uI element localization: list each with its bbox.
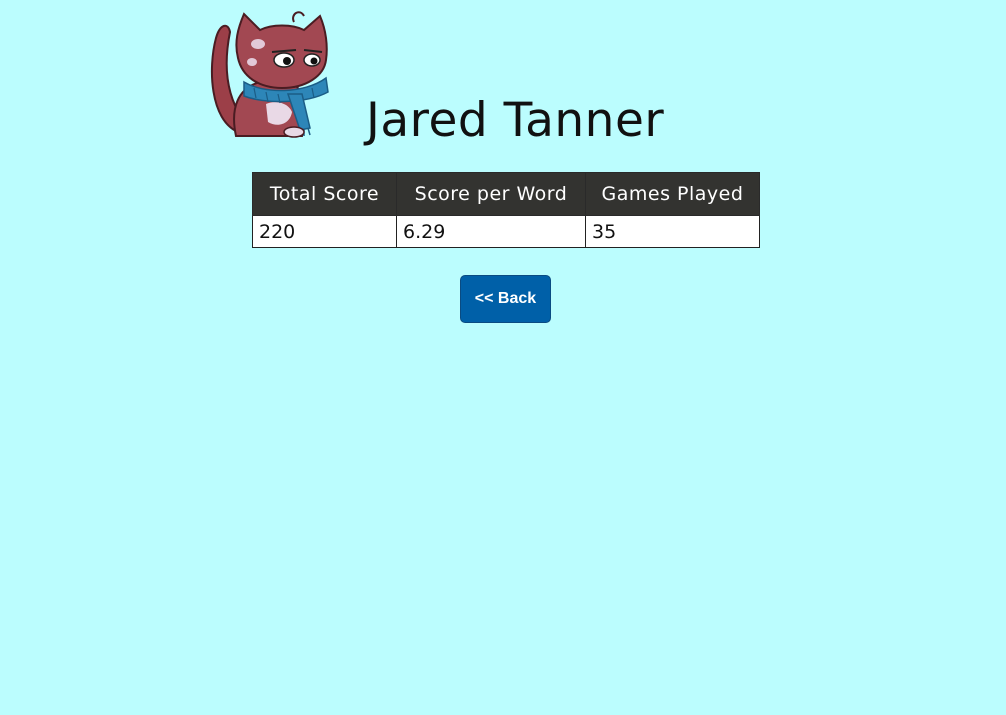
header-games-played: Games Played (585, 172, 760, 216)
table-row: 220 6.29 35 (252, 215, 760, 248)
back-button[interactable]: << Back (460, 275, 551, 323)
score-per-word-value: 6.29 (396, 215, 586, 248)
cat-avatar-icon (211, 11, 329, 138)
player-stats-table: Total Score Score per Word Games Played … (252, 172, 760, 248)
player-name: Jared Tanner (366, 93, 665, 148)
total-score-value: 220 (252, 215, 397, 248)
header-score-per-word: Score per Word (396, 172, 586, 216)
header-total-score: Total Score (252, 172, 397, 216)
games-played-value: 35 (585, 215, 760, 248)
table-header-row: Total Score Score per Word Games Played (252, 172, 760, 216)
profile-header: Jared Tanner (0, 0, 1006, 160)
